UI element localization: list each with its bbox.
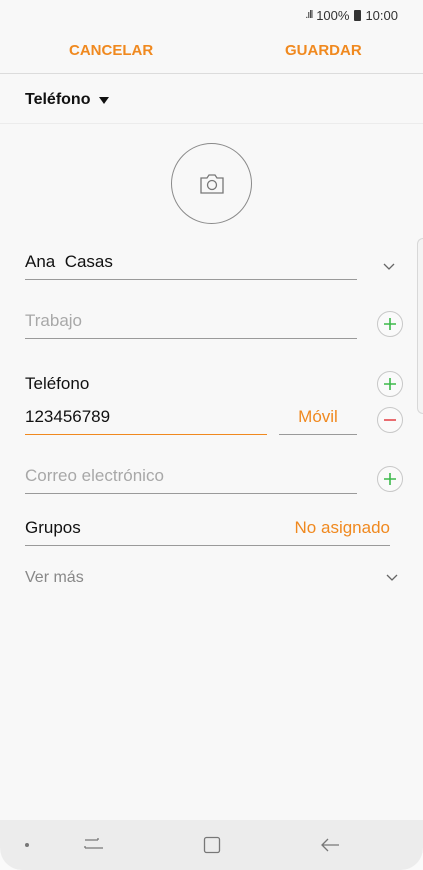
see-more-row[interactable]: Ver más (25, 567, 398, 589)
account-label: Teléfono (25, 91, 91, 108)
status-bar: .ıll 100% 10:00 (0, 0, 423, 30)
home-icon[interactable] (203, 836, 221, 854)
plus-icon (384, 473, 396, 485)
plus-icon (384, 318, 396, 330)
divider (0, 73, 423, 74)
plus-icon (384, 378, 396, 390)
battery-percent: 100% (316, 7, 350, 23)
add-photo-button[interactable] (171, 143, 252, 224)
camera-icon (199, 173, 224, 194)
phone-screen: .ıll 100% 10:00 CANCELAR GUARDAR Teléfon… (0, 0, 423, 870)
add-email-button[interactable] (377, 466, 403, 492)
divider (0, 123, 423, 124)
cancel-button[interactable]: CANCELAR (69, 42, 153, 59)
caret-down-icon (99, 96, 110, 104)
add-phone-button[interactable] (377, 371, 403, 397)
work-placeholder: Trabajo (25, 310, 83, 330)
phone-number-field[interactable]: 123456789 (25, 399, 267, 435)
name-field[interactable]: Ana Casas (25, 244, 357, 280)
save-button[interactable]: GUARDAR (285, 42, 362, 59)
groups-row[interactable]: Grupos No asignado (25, 510, 390, 546)
groups-label: Grupos (25, 517, 81, 537)
work-field[interactable]: Trabajo (25, 303, 357, 339)
clock: 10:00 (365, 7, 398, 23)
email-field[interactable]: Correo electrónico (25, 458, 357, 494)
phone-type-selector[interactable]: Móvil (279, 399, 357, 435)
add-work-button[interactable] (377, 311, 403, 337)
edge-panel-handle[interactable] (417, 238, 423, 414)
account-selector[interactable]: Teléfono (25, 91, 110, 109)
chevron-down-icon[interactable] (383, 261, 395, 273)
recent-apps-icon[interactable] (84, 836, 104, 854)
groups-value: No asignado (294, 517, 390, 537)
signal-icon: .ıll (305, 9, 313, 21)
chevron-down-icon (386, 574, 398, 581)
battery-icon (354, 9, 362, 21)
minus-icon (384, 419, 396, 421)
navigation-bar (0, 820, 423, 870)
back-icon[interactable] (320, 837, 340, 853)
phone-label: Teléfono (25, 374, 90, 393)
name-value: Ana Casas (25, 251, 113, 271)
dot-icon (25, 843, 29, 847)
phone-type: Móvil (298, 406, 338, 426)
email-placeholder: Correo electrónico (25, 465, 164, 485)
see-more-label: Ver más (25, 569, 84, 586)
remove-phone-button[interactable] (377, 407, 403, 433)
phone-number: 123456789 (25, 406, 111, 426)
action-bar: CANCELAR GUARDAR (0, 32, 423, 72)
